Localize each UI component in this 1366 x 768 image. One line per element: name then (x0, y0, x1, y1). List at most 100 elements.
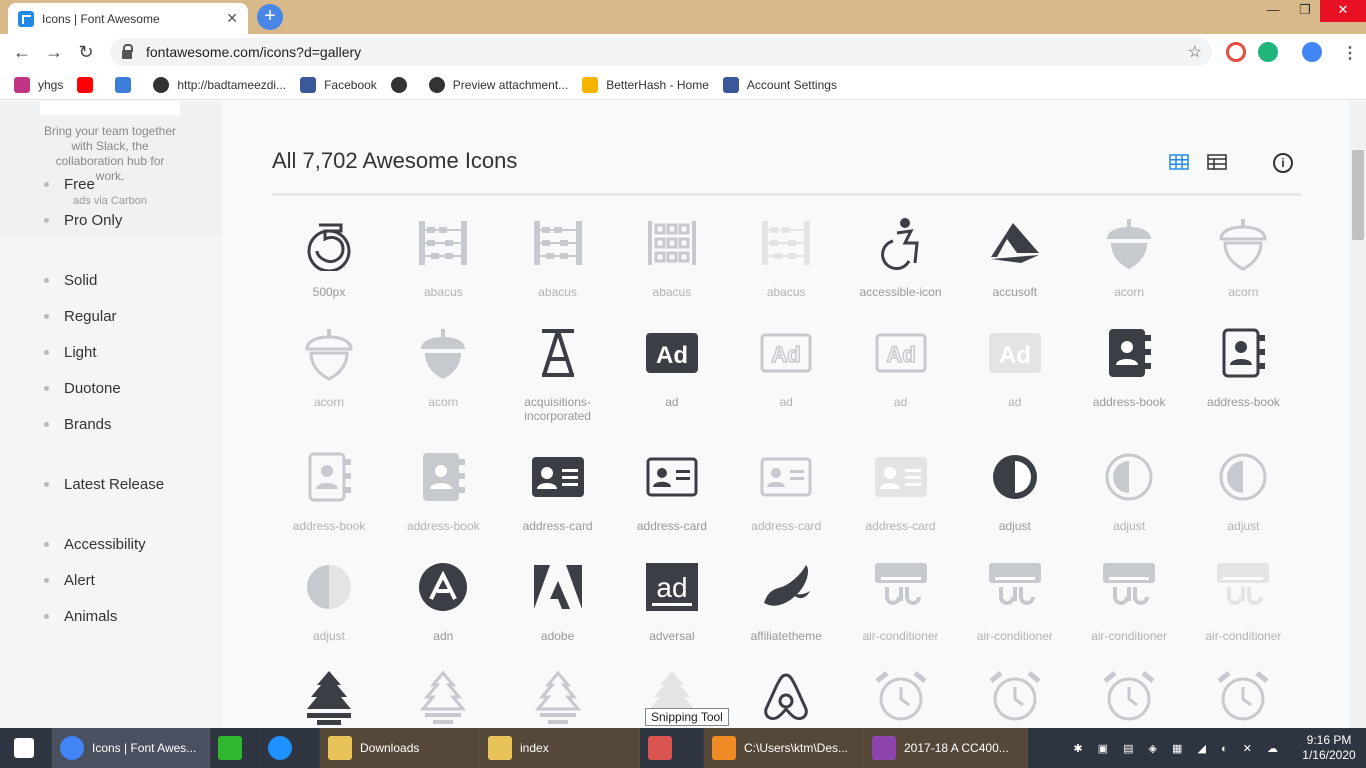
icon-tile-address-card[interactable]: address-card (501, 445, 615, 555)
taskbar-item[interactable]: Downloads (320, 728, 480, 768)
sidebar-filter-item[interactable]: Latest Release (44, 476, 164, 493)
taskbar-item[interactable]: Icons | Font Awes... (52, 728, 210, 768)
icon-tile-abacus[interactable]: abacus (501, 211, 615, 321)
taskbar-item[interactable]: 2017-18 A CC400... (864, 728, 1028, 768)
forward-button[interactable]: → (38, 42, 70, 63)
system-clock[interactable]: 9:16 PM 1/16/2020 (1292, 733, 1366, 763)
sidebar-filter-item[interactable]: Accessibility (44, 536, 146, 553)
icon-tile-acorn[interactable]: acorn (1072, 211, 1186, 321)
icon-tile-unnamed[interactable] (729, 665, 843, 728)
icon-tile-adjust[interactable]: adjust (1186, 445, 1300, 555)
icon-tile-unnamed[interactable] (386, 665, 500, 728)
sidebar-filter-item[interactable]: Brands (44, 416, 112, 433)
icon-tile-accessible-icon[interactable]: accessible-icon (844, 211, 958, 321)
tray-icons[interactable]: ✱ ▣ ▤ ◈ ▦ ◢ ◐ ✕ ☁ (1073, 742, 1284, 755)
carbon-via-link[interactable]: ads via Carbon (40, 195, 180, 207)
icon-tile-adjust[interactable]: adjust (272, 555, 386, 665)
bookmark-item[interactable]: Preview attachment... (428, 76, 568, 93)
browser-tab[interactable]: Icons | Font Awesome ✕ (8, 3, 248, 34)
carbon-ad-image[interactable] (40, 101, 180, 115)
window-maximize-button[interactable]: ❐ (1289, 0, 1321, 22)
reload-button[interactable]: ↻ (70, 42, 102, 63)
bookmark-item[interactable]: http://badtameezdi... (153, 76, 286, 93)
tab-close-icon[interactable]: ✕ (226, 10, 238, 27)
icon-tile-unnamed[interactable] (272, 665, 386, 728)
bookmark-item[interactable]: Account Settings (722, 76, 837, 93)
icon-tile-address-card[interactable]: address-card (729, 445, 843, 555)
lock-icon[interactable] (122, 43, 133, 59)
icon-tile-acorn[interactable]: acorn (386, 321, 500, 431)
icon-tile-unnamed[interactable] (501, 665, 615, 728)
bookmark-item[interactable] (115, 76, 139, 93)
profile-avatar[interactable] (1302, 42, 1322, 62)
taskbar-item[interactable] (640, 728, 704, 768)
bookmark-item[interactable] (77, 76, 101, 93)
sidebar-filter-item[interactable]: Free (44, 176, 95, 193)
window-minimize-button[interactable]: — (1257, 0, 1289, 22)
sidebar-filter-item[interactable]: Regular (44, 308, 117, 325)
bookmark-star-icon[interactable]: ☆ (1188, 42, 1202, 62)
new-tab-button[interactable]: + (257, 4, 283, 30)
grammarly-extension-icon[interactable] (1258, 42, 1278, 62)
scrollbar-thumb[interactable] (1352, 150, 1364, 240)
sidebar-filter-item[interactable]: Alert (44, 572, 95, 589)
record-extension-icon[interactable] (1226, 42, 1246, 62)
icon-tile-ad[interactable]: Ad ad (958, 321, 1072, 431)
icon-tile-air-conditioner[interactable]: air-conditioner (958, 555, 1072, 665)
icon-tile-address-card[interactable]: address-card (615, 445, 729, 555)
taskbar-item[interactable] (260, 728, 320, 768)
sidebar-filter-item[interactable]: Duotone (44, 380, 121, 397)
sidebar-filter-item[interactable]: Solid (44, 272, 97, 289)
icon-tile-adversal[interactable]: ad adversal (615, 555, 729, 665)
bookmark-item[interactable]: yhgs (14, 76, 63, 93)
icon-tile-unnamed[interactable] (958, 665, 1072, 728)
info-icon[interactable]: i (1273, 153, 1293, 173)
gallery-view-icon[interactable] (1169, 154, 1189, 170)
icon-tile-500px[interactable]: 500px (272, 211, 386, 321)
taskbar-item[interactable] (0, 728, 52, 768)
icon-tile-ad[interactable]: Ad ad (615, 321, 729, 431)
bookmark-item[interactable]: BetterHash - Home (582, 76, 709, 93)
icon-tile-adobe[interactable]: adobe (501, 555, 615, 665)
icon-tile-acquisitions-incorporated[interactable]: acquisitions-incorporated (501, 321, 615, 431)
sidebar-filter-item[interactable]: Animals (44, 608, 117, 625)
icon-tile-adjust[interactable]: adjust (1072, 445, 1186, 555)
carbon-ad-text[interactable]: Bring your team together with Slack, the… (40, 124, 180, 184)
icon-tile-abacus[interactable]: abacus (729, 211, 843, 321)
back-button[interactable]: ← (6, 42, 38, 63)
sidebar-filter-item[interactable]: Light (44, 344, 97, 361)
icon-tile-abacus[interactable]: abacus (386, 211, 500, 321)
icon-tile-ad[interactable]: Ad ad (729, 321, 843, 431)
icon-tile-address-book[interactable]: address-book (386, 445, 500, 555)
icon-tile-adn[interactable]: adn (386, 555, 500, 665)
address-bar[interactable]: fontawesome.com/icons?d=gallery ☆ (110, 38, 1212, 66)
icon-tile-air-conditioner[interactable]: air-conditioner (1186, 555, 1300, 665)
icon-tile-abacus[interactable]: abacus (615, 211, 729, 321)
taskbar-item[interactable]: C:\Users\ktm\Des... (704, 728, 864, 768)
icon-tile-adjust[interactable]: adjust (958, 445, 1072, 555)
icon-tile-unnamed[interactable] (1186, 665, 1300, 728)
icon-tile-address-book[interactable]: address-book (1186, 321, 1300, 431)
taskbar-item[interactable] (210, 728, 260, 768)
icon-tile-acorn[interactable]: acorn (272, 321, 386, 431)
taskbar-item[interactable]: index (480, 728, 640, 768)
icon-tile-unnamed[interactable] (1072, 665, 1186, 728)
icon-tile-address-book[interactable]: address-book (1072, 321, 1186, 431)
sidebar-filter-item[interactable]: Pro Only (44, 212, 122, 229)
bookmark-item[interactable]: Facebook (300, 76, 377, 93)
url-text[interactable]: fontawesome.com/icons?d=gallery (146, 44, 361, 60)
window-close-button[interactable]: ✕ (1320, 0, 1366, 22)
icon-tile-address-card[interactable]: address-card (844, 445, 958, 555)
icon-tile-accusoft[interactable]: accusoft (958, 211, 1072, 321)
icon-tile-unnamed[interactable] (844, 665, 958, 728)
icon-tile-ad[interactable]: Ad ad (844, 321, 958, 431)
icon-tile-address-book[interactable]: address-book (272, 445, 386, 555)
accessible-icon-icon (880, 218, 919, 271)
icon-tile-acorn[interactable]: acorn (1186, 211, 1300, 321)
icon-tile-affiliatetheme[interactable]: affiliatetheme (729, 555, 843, 665)
icon-tile-air-conditioner[interactable]: air-conditioner (1072, 555, 1186, 665)
icon-tile-air-conditioner[interactable]: air-conditioner (844, 555, 958, 665)
table-view-icon[interactable] (1207, 154, 1227, 170)
menu-kebab-icon[interactable]: ⋮ (1342, 43, 1358, 63)
bookmark-item[interactable] (390, 76, 415, 93)
